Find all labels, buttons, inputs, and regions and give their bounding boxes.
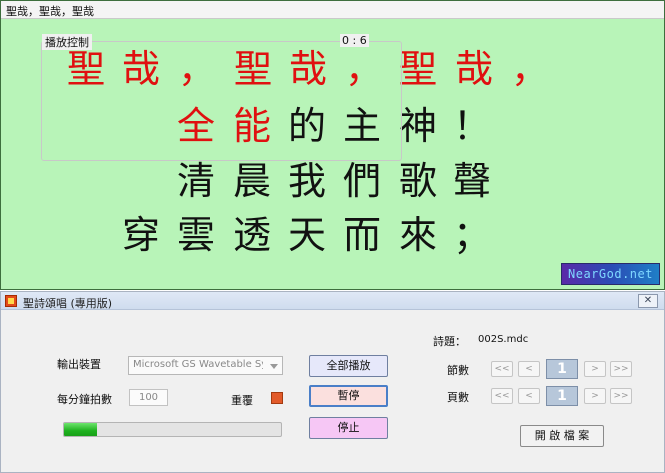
close-button[interactable]: ✕ [638, 294, 658, 308]
page-label: 頁數 [447, 391, 469, 404]
page-number: 1 [546, 386, 578, 406]
lyrics-window-title: 聖哉，聖哉，聖哉 [6, 5, 94, 18]
playback-control-group [41, 41, 402, 161]
lyric-char: 來 [399, 213, 438, 257]
app-icon [5, 295, 17, 307]
verse-label: 節數 [447, 364, 469, 377]
lyric-char: 們 [343, 159, 382, 203]
lyric-char: 聲 [453, 159, 492, 203]
repeat-checkbox[interactable] [271, 392, 283, 404]
lyrics-titlebar[interactable]: 聖哉，聖哉，聖哉 [1, 1, 664, 19]
stop-button[interactable]: 停止 [309, 417, 388, 439]
verse-number: 1 [546, 359, 578, 379]
lyric-line-3: 清 晨 我 們 歌 聲 [1, 157, 664, 209]
play-all-button[interactable]: 全部播放 [309, 355, 388, 377]
lyric-char: ， [511, 47, 550, 91]
verse-last-button[interactable]: >> [610, 361, 632, 377]
page-first-button[interactable]: << [491, 388, 513, 404]
progress-fill [64, 423, 97, 436]
page-next-button[interactable]: > [584, 388, 606, 404]
device-label: 輸出裝置 [57, 358, 101, 371]
verse-prev-button[interactable]: < [518, 361, 540, 377]
playback-group-title: 播放控制 [42, 34, 92, 50]
page-last-button[interactable]: >> [610, 388, 632, 404]
verse-next-button[interactable]: > [584, 361, 606, 377]
lyric-char: 清 [177, 159, 216, 203]
close-icon: ✕ [643, 295, 653, 306]
player-titlebar[interactable]: 聖詩頌唱 (專用版) ✕ [1, 292, 664, 310]
lyric-char: ； [453, 213, 492, 257]
player-window-title: 聖詩頌唱 (專用版) [23, 297, 113, 310]
chevron-down-icon [270, 364, 278, 369]
neargod-logo: NearGod.net [561, 263, 660, 285]
lyric-char: 穿 [122, 213, 161, 257]
poem-file-name: 002S.mdc [478, 334, 529, 345]
lyric-line-4: 穿 雲 透 天 而 來 ； [1, 211, 664, 263]
time-display: 0 : 6 [340, 34, 369, 47]
lyric-char: 聖 [399, 47, 438, 91]
lyric-char: 而 [343, 213, 382, 257]
verse-first-button[interactable]: << [491, 361, 513, 377]
lyric-char: ！ [453, 104, 492, 148]
page-prev-button[interactable]: < [518, 388, 540, 404]
beats-label: 每分鐘拍數 [57, 393, 112, 406]
open-file-button[interactable]: 開 啟 檔 案 [520, 425, 604, 447]
device-select[interactable]: Microsoft GS Wavetable Synth [E [128, 356, 283, 375]
poem-title-label: 詩題： [433, 335, 466, 348]
lyric-char: 神 [399, 104, 438, 148]
lyric-char: 天 [288, 213, 327, 257]
lyric-char: 我 [288, 159, 327, 203]
pause-button[interactable]: 暫停 [309, 385, 388, 407]
lyric-char: 歌 [399, 159, 438, 203]
lyric-char: 哉 [455, 47, 494, 91]
lyric-char: 晨 [233, 159, 272, 203]
lyric-char: 透 [233, 213, 272, 257]
beats-input[interactable]: 100 [129, 389, 168, 406]
lyric-char: 雲 [177, 213, 216, 257]
device-value: Microsoft GS Wavetable Synth [E [133, 359, 263, 370]
progress-bar [63, 422, 282, 437]
repeat-label: 重覆 [231, 394, 253, 407]
logo-text: NearGod.net [568, 267, 653, 281]
